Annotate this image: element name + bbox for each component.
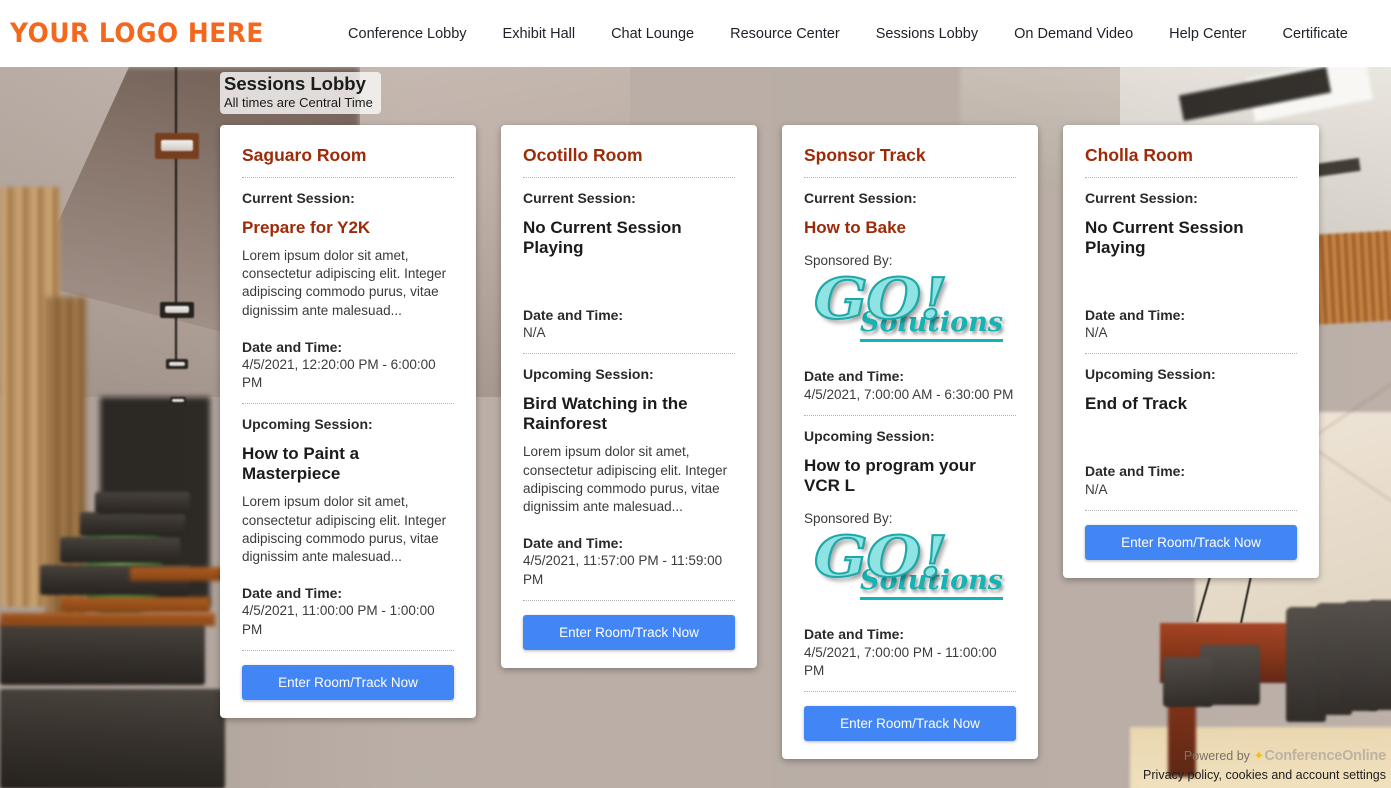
nav-on-demand-video[interactable]: On Demand Video [996, 26, 1151, 42]
session-cards-container: Saguaro Room Current Session: Prepare for … [220, 125, 1391, 765]
divider [804, 177, 1016, 178]
current-session-label: Current Session: [242, 190, 355, 206]
sponsored-by-label: Sponsored By: [804, 510, 893, 526]
nav-conference-lobby[interactable]: Conference Lobby [330, 26, 485, 42]
sponsor-logo-go-solutions: GO! Solutions [804, 529, 1016, 607]
current-session-title: How to Bake [804, 217, 907, 237]
nav-chat-lounge[interactable]: Chat Lounge [593, 26, 712, 42]
upcoming-session-label: Upcoming Session: [523, 366, 654, 383]
upcoming-datetime-label: Date and Time: [1085, 463, 1186, 480]
page-subtitle: All times are Central Time [224, 94, 373, 110]
session-card: Sponsor Track Current Session: How to Bake… [782, 125, 1038, 760]
upcoming-session-description: Lorem ipsum dolor sit amet, consectetur … [523, 444, 728, 515]
divider [1085, 177, 1297, 178]
current-session-label: Current Session: [1085, 190, 1198, 206]
divider [523, 353, 735, 355]
current-session-description: Lorem ipsum dolor sit amet, consectetur … [242, 247, 447, 318]
current-datetime-value: 4/5/2021, 7:00:00 AM - 6:30:00 PM [804, 386, 1014, 402]
upcoming-session-title: End of Track [1085, 394, 1188, 414]
sponsor-logo-primary-text: GO! [813, 271, 949, 333]
sponsor-logo-go-solutions: GO! Solutions [804, 271, 1016, 349]
current-session-title: No Current Session Playing [523, 217, 682, 257]
room-title: Sponsor Track [804, 145, 926, 165]
upcoming-datetime-value: N/A [1085, 481, 1108, 497]
current-datetime-value: N/A [1085, 325, 1108, 341]
current-session-title: Prepare for Y2K [242, 217, 371, 237]
upcoming-datetime-label: Date and Time: [804, 626, 905, 643]
site-logo[interactable]: YOUR LOGO HERE [10, 18, 264, 49]
nav-exhibit-hall[interactable]: Exhibit Hall [485, 26, 594, 42]
current-session-title: No Current Session Playing [1085, 217, 1244, 257]
sponsored-by-label: Sponsored By: [804, 252, 893, 268]
room-title: Cholla Room [1085, 145, 1193, 165]
footer: Powered by ✦ConferenceOnline Privacy pol… [1143, 747, 1386, 785]
room-title: Saguaro Room [242, 145, 367, 165]
session-card: Saguaro Room Current Session: Prepare for … [220, 125, 476, 718]
enter-room-track-now-button[interactable]: Enter Room/Track Now [804, 706, 1016, 742]
enter-room-track-now-button[interactable]: Enter Room/Track Now [242, 664, 454, 700]
nav-certificate[interactable]: Certificate [1265, 26, 1366, 42]
room-title: Ocotillo Room [523, 145, 643, 165]
nav-sessions-lobby[interactable]: Sessions Lobby [858, 26, 996, 42]
divider [523, 177, 735, 178]
current-datetime-label: Date and Time: [804, 368, 905, 385]
session-spacer [1085, 414, 1297, 444]
session-spacer [523, 258, 735, 288]
current-datetime-label: Date and Time: [1085, 306, 1186, 323]
current-datetime-label: Date and Time: [523, 306, 624, 323]
divider [242, 403, 454, 405]
page-root: YOUR LOGO HERE Conference Lobby Exhibit … [0, 0, 1391, 788]
enter-room-track-now-button[interactable]: Enter Room/Track Now [523, 614, 735, 650]
star-icon: ✦ [1253, 747, 1265, 763]
session-spacer [1085, 258, 1297, 288]
divider [1085, 509, 1297, 511]
upcoming-session-label: Upcoming Session: [804, 427, 935, 444]
privacy-policy-link[interactable]: Privacy policy, cookies and account sett… [1143, 768, 1386, 782]
upcoming-session-label: Upcoming Session: [242, 416, 373, 433]
divider [523, 599, 735, 601]
current-session-label: Current Session: [523, 190, 636, 206]
nav-resource-center[interactable]: Resource Center [712, 26, 858, 42]
page-title: Sessions Lobby [224, 73, 366, 94]
upcoming-datetime-value: 4/5/2021, 11:57:00 PM - 11:59:00 PM [523, 553, 723, 587]
divider [242, 649, 454, 651]
divider [804, 691, 1016, 693]
enter-room-track-now-button[interactable]: Enter Room/Track Now [1085, 524, 1297, 560]
conference-online-brand: ConferenceOnline [1264, 747, 1386, 764]
page-title-block: Sessions Lobby All times are Central Tim… [220, 72, 381, 115]
divider [804, 414, 1016, 416]
upcoming-session-title: How to Paint a Masterpiece [242, 444, 360, 484]
sponsor-logo-primary-text: GO! [813, 529, 949, 591]
current-datetime-label: Date and Time: [242, 338, 343, 355]
divider [1085, 353, 1297, 355]
upcoming-session-description: Lorem ipsum dolor sit amet, consectetur … [242, 494, 447, 565]
session-card: Ocotillo Room Current Session: No Current … [501, 125, 757, 668]
current-datetime-value: 4/5/2021, 12:20:00 PM - 6:00:00 PM [242, 357, 436, 391]
divider [242, 177, 454, 178]
upcoming-session-title: Bird Watching in the Rainforest [523, 394, 688, 434]
session-card: Cholla Room Current Session: No Current Se… [1063, 125, 1319, 578]
upcoming-datetime-label: Date and Time: [242, 585, 343, 602]
powered-by-text: Powered by ✦ConferenceOnline [1143, 747, 1386, 765]
current-datetime-value: N/A [523, 325, 546, 341]
upcoming-session-title: How to program your VCR L [804, 455, 976, 495]
powered-by-label: Powered by [1183, 748, 1250, 763]
nav-help-center[interactable]: Help Center [1151, 26, 1264, 42]
upcoming-datetime-label: Date and Time: [523, 535, 624, 552]
nav-links: Conference Lobby Exhibit Hall Chat Loung… [330, 26, 1366, 42]
upcoming-datetime-value: 4/5/2021, 11:00:00 PM - 1:00:00 PM [242, 603, 435, 637]
upcoming-datetime-value: 4/5/2021, 7:00:00 PM - 11:00:00 PM [804, 644, 997, 678]
upcoming-session-label: Upcoming Session: [1085, 366, 1216, 383]
current-session-label: Current Session: [804, 190, 917, 206]
top-navigation-bar: YOUR LOGO HERE Conference Lobby Exhibit … [0, 0, 1391, 67]
